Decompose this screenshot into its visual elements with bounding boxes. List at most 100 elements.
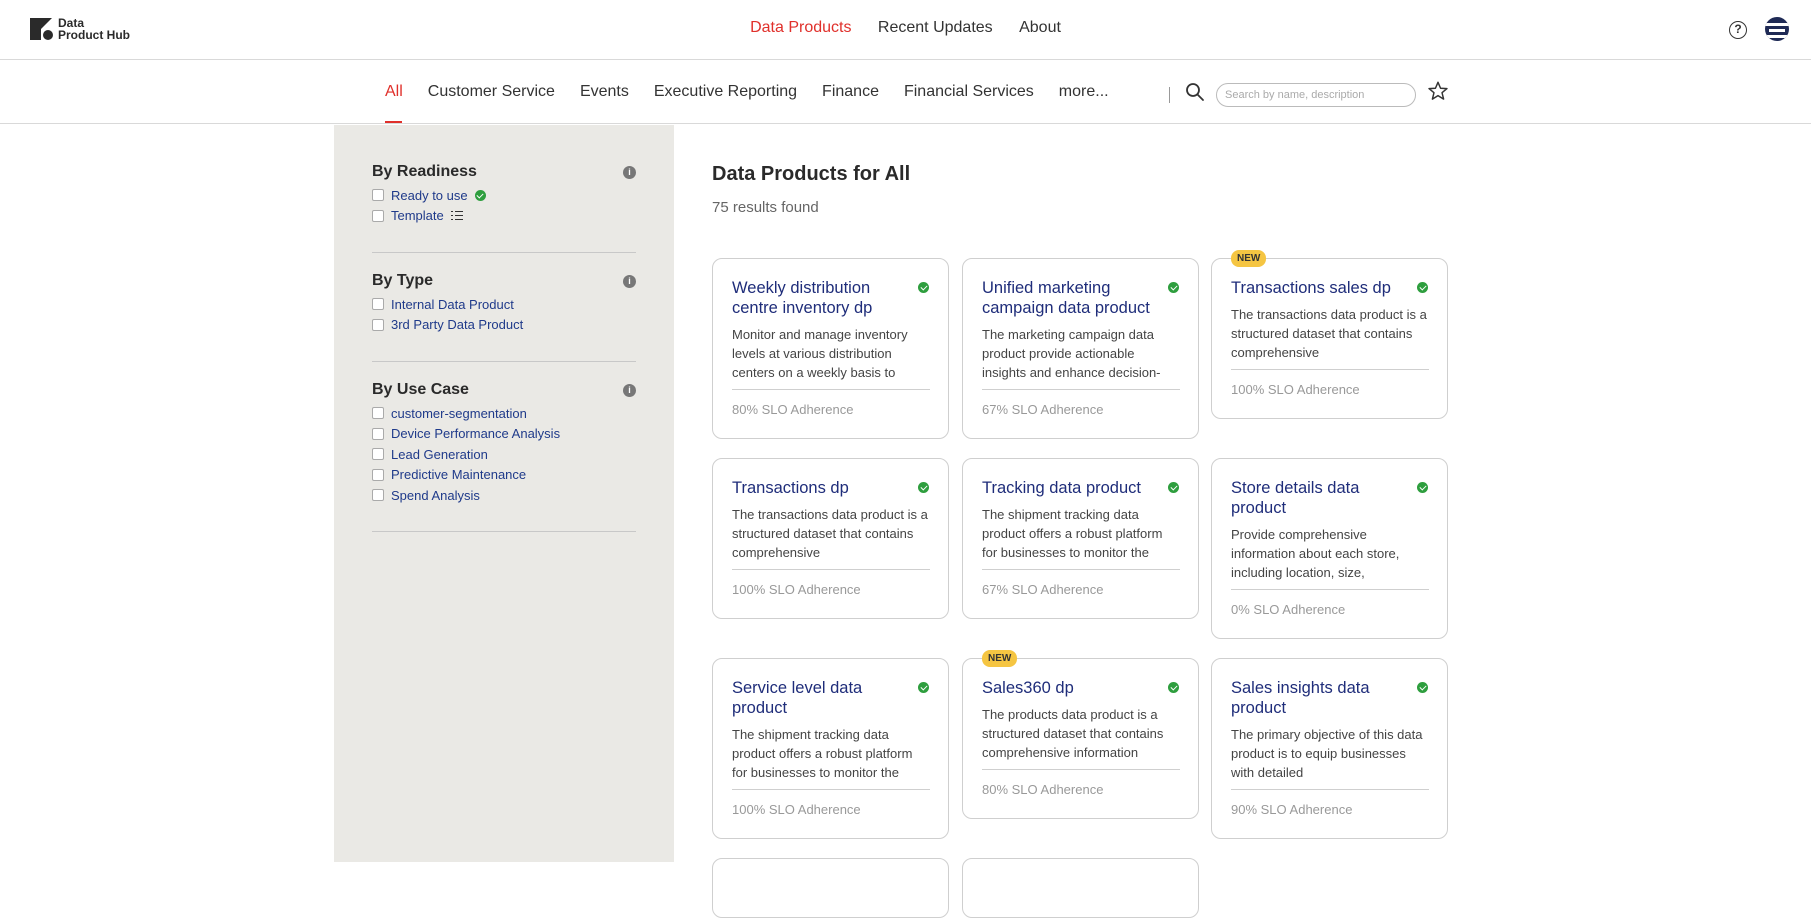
- card-title[interactable]: Unified marketing campaign data product: [982, 278, 1162, 318]
- card-title[interactable]: Weekly distribution centre inventory dp: [732, 278, 912, 318]
- checkbox[interactable]: [372, 298, 384, 311]
- ready-check-icon: [1417, 282, 1428, 293]
- card-description: The transactions data product is a struc…: [732, 507, 928, 560]
- category-tabs: All Customer Service Events Executive Re…: [385, 83, 1134, 123]
- checkbox[interactable]: [372, 318, 384, 331]
- product-card[interactable]: Unified marketing campaign data product …: [962, 258, 1199, 439]
- slo-adherence: 100% SLO Adherence: [732, 802, 861, 817]
- card-description: The products data product is a structure…: [982, 707, 1164, 760]
- search-input[interactable]: [1216, 83, 1416, 107]
- checkbox[interactable]: [372, 468, 384, 481]
- slo-adherence: 67% SLO Adherence: [982, 582, 1104, 597]
- product-card[interactable]: Weekly distribution centre inventory dp …: [712, 258, 949, 439]
- nav-data-products[interactable]: Data Products: [750, 19, 851, 37]
- avatar[interactable]: [1765, 17, 1789, 41]
- card-description: The shipment tracking data product offer…: [982, 507, 1163, 560]
- help-icon[interactable]: ?: [1729, 21, 1747, 39]
- card-title[interactable]: Tracking data product: [982, 478, 1162, 498]
- filter-label: Internal Data Product: [391, 296, 514, 312]
- ready-check-icon: [1417, 482, 1428, 493]
- checkbox[interactable]: [372, 427, 384, 440]
- card-title[interactable]: Sales360 dp: [982, 678, 1162, 698]
- slo-adherence: 80% SLO Adherence: [982, 782, 1104, 797]
- slo-adherence: 100% SLO Adherence: [1231, 382, 1360, 397]
- top-header: Data Product Hub Data Products Recent Up…: [0, 0, 1811, 60]
- tab-financial-services[interactable]: Financial Services: [904, 83, 1034, 123]
- product-card[interactable]: [712, 858, 949, 918]
- info-icon[interactable]: i: [623, 275, 636, 288]
- card-description: Monitor and manage inventory levels at v…: [732, 327, 908, 380]
- slo-adherence: 80% SLO Adherence: [732, 402, 854, 417]
- product-card[interactable]: Tracking data product The shipment track…: [962, 458, 1199, 619]
- product-card[interactable]: NEW Sales360 dp The products data produc…: [962, 650, 1199, 819]
- ready-check-icon: [1168, 482, 1179, 493]
- card-title[interactable]: Transactions dp: [732, 478, 912, 498]
- tab-executive-reporting[interactable]: Executive Reporting: [654, 83, 797, 123]
- filter-label: Ready to use: [391, 187, 468, 203]
- tab-all[interactable]: All: [385, 83, 403, 123]
- filter-ready-to-use[interactable]: Ready to use: [372, 185, 636, 206]
- card-description: Provide comprehensive information about …: [1231, 527, 1400, 580]
- product-card[interactable]: Sales insights data product The primary …: [1211, 658, 1448, 839]
- card-divider: [1231, 369, 1429, 370]
- filter-predictive-maintenance[interactable]: Predictive Maintenance: [372, 465, 636, 486]
- main-nav: Data Products Recent Updates About: [0, 19, 1811, 37]
- info-icon[interactable]: i: [623, 166, 636, 179]
- card-title[interactable]: Service level data product: [732, 678, 912, 718]
- filter-title: By Use Case i: [372, 381, 636, 403]
- ready-check-icon: [474, 189, 486, 201]
- ready-check-icon: [918, 682, 929, 693]
- favorites-star-icon[interactable]: [1427, 80, 1449, 102]
- filter-group-type: By Type i Internal Data Product 3rd Part…: [372, 272, 636, 362]
- tab-customer-service[interactable]: Customer Service: [428, 83, 555, 123]
- category-bar: All Customer Service Events Executive Re…: [0, 61, 1811, 124]
- product-card[interactable]: [962, 858, 1199, 918]
- checkbox[interactable]: [372, 407, 384, 420]
- tab-events[interactable]: Events: [580, 83, 629, 123]
- filter-template[interactable]: Template: [372, 206, 636, 227]
- filter-customer-segmentation[interactable]: customer-segmentation: [372, 403, 636, 424]
- slo-adherence: 67% SLO Adherence: [982, 402, 1104, 417]
- filter-title-text: By Readiness: [372, 163, 477, 180]
- page-title: Data Products for All: [712, 163, 911, 185]
- filter-lead-generation[interactable]: Lead Generation: [372, 444, 636, 465]
- filter-3rd-party-data-product[interactable]: 3rd Party Data Product: [372, 315, 636, 336]
- filter-internal-data-product[interactable]: Internal Data Product: [372, 294, 636, 315]
- filter-title-text: By Type: [372, 272, 434, 289]
- product-card[interactable]: NEW Transactions sales dp The transactio…: [1211, 250, 1448, 419]
- ready-check-icon: [918, 482, 929, 493]
- product-card[interactable]: Transactions dp The transactions data pr…: [712, 458, 949, 619]
- filter-device-performance-analysis[interactable]: Device Performance Analysis: [372, 424, 636, 445]
- new-badge: NEW: [1231, 250, 1267, 267]
- filter-label: Predictive Maintenance: [391, 467, 527, 483]
- checkbox[interactable]: [372, 189, 384, 202]
- card-description: The marketing campaign data product prov…: [982, 327, 1161, 380]
- card-divider: [732, 389, 930, 390]
- card-title[interactable]: Sales insights data product: [1231, 678, 1411, 718]
- tab-more[interactable]: more...: [1059, 83, 1109, 123]
- info-icon[interactable]: i: [623, 384, 636, 397]
- card-divider: [982, 569, 1180, 570]
- card-divider: [1231, 589, 1429, 590]
- card-title[interactable]: Store details data product: [1231, 478, 1411, 518]
- tab-finance[interactable]: Finance: [822, 83, 879, 123]
- nav-about[interactable]: About: [1019, 19, 1061, 37]
- filter-label: Template: [391, 208, 444, 224]
- search-icon[interactable]: [1185, 82, 1205, 102]
- filter-label: Spend Analysis: [391, 487, 480, 503]
- nav-recent-updates[interactable]: Recent Updates: [878, 19, 993, 37]
- filter-spend-analysis[interactable]: Spend Analysis: [372, 485, 636, 506]
- results-count: 75 results found: [712, 199, 819, 216]
- checkbox[interactable]: [372, 209, 384, 222]
- card-title[interactable]: Transactions sales dp: [1231, 278, 1411, 298]
- ready-check-icon: [1168, 682, 1179, 693]
- checkbox[interactable]: [372, 448, 384, 461]
- card-description: The transactions data product is a struc…: [1231, 307, 1427, 360]
- card-divider: [732, 789, 930, 790]
- checkbox[interactable]: [372, 489, 384, 502]
- product-card[interactable]: Store details data product Provide compr…: [1211, 458, 1448, 639]
- card-description: The primary objective of this data produ…: [1231, 727, 1423, 780]
- ready-check-icon: [1417, 682, 1428, 693]
- product-card[interactable]: Service level data product The shipment …: [712, 658, 949, 839]
- slo-adherence: 100% SLO Adherence: [732, 582, 861, 597]
